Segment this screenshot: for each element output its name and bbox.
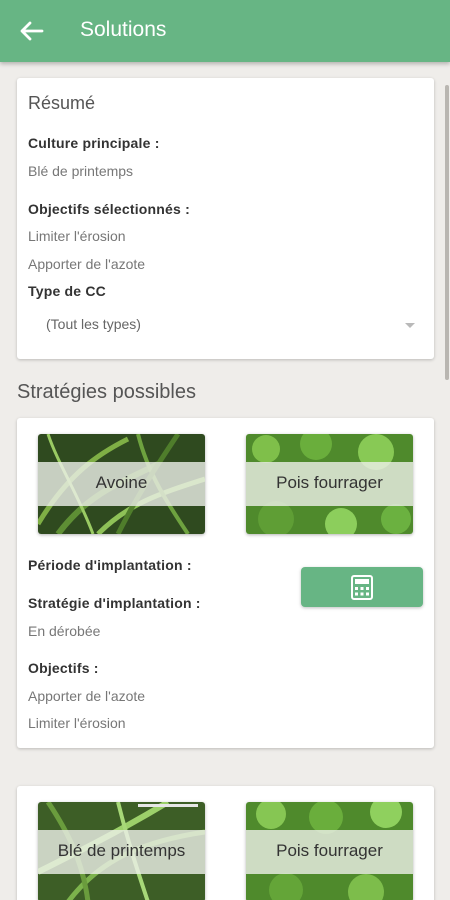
crop-card[interactable]: Blé de printemps [38, 802, 205, 900]
crop-name: Pois fourrager [276, 841, 383, 860]
objective-item: Apporter de l'azote [28, 256, 146, 272]
crop-card[interactable]: Pois fourrager [246, 434, 413, 534]
objectives-label: Objectifs : [28, 660, 99, 676]
strategy-value: En dérobée [28, 623, 101, 639]
crop-card[interactable]: Pois fourrager [246, 802, 413, 900]
strategy-label: Stratégie d'implantation : [28, 595, 201, 611]
cc-type-selected: (Tout les types) [46, 316, 141, 332]
cc-type-label: Type de CC [28, 283, 106, 299]
summary-card: Résumé Culture principale : Blé de print… [17, 78, 434, 359]
period-label: Période d'implantation : [28, 557, 192, 573]
scrollbar[interactable] [445, 85, 449, 380]
back-button[interactable] [14, 16, 48, 46]
main-crop-label: Culture principale : [28, 135, 160, 151]
objectives-label: Objectifs sélectionnés : [28, 201, 190, 217]
app-bar: Solutions [0, 0, 450, 62]
calculator-button[interactable] [301, 567, 423, 607]
dropdown-arrow-icon [405, 323, 415, 328]
objective-item: Apporter de l'azote [28, 688, 146, 704]
calculator-icon [351, 575, 373, 600]
objective-item: Limiter l'érosion [28, 228, 126, 244]
crop-name: Blé de printemps [57, 841, 186, 860]
cc-type-select[interactable]: (Tout les types) [28, 310, 423, 340]
crop-name: Avoine [95, 473, 148, 492]
main-crop-value: Blé de printemps [28, 163, 134, 179]
summary-title: Résumé [28, 93, 96, 113]
strategies-section-title: Stratégies possibles [17, 381, 196, 403]
arrow-left-icon [20, 21, 44, 41]
objective-item: Limiter l'érosion [28, 715, 126, 731]
page-title: Solutions [80, 18, 167, 41]
strategy-card: Blé de printemps Pois fourrager [17, 786, 434, 900]
strategy-card: Avoine Pois fourrager Période d'implanta… [17, 418, 434, 748]
crop-name: Pois fourrager [276, 473, 383, 492]
crop-card[interactable]: Avoine [38, 434, 205, 534]
